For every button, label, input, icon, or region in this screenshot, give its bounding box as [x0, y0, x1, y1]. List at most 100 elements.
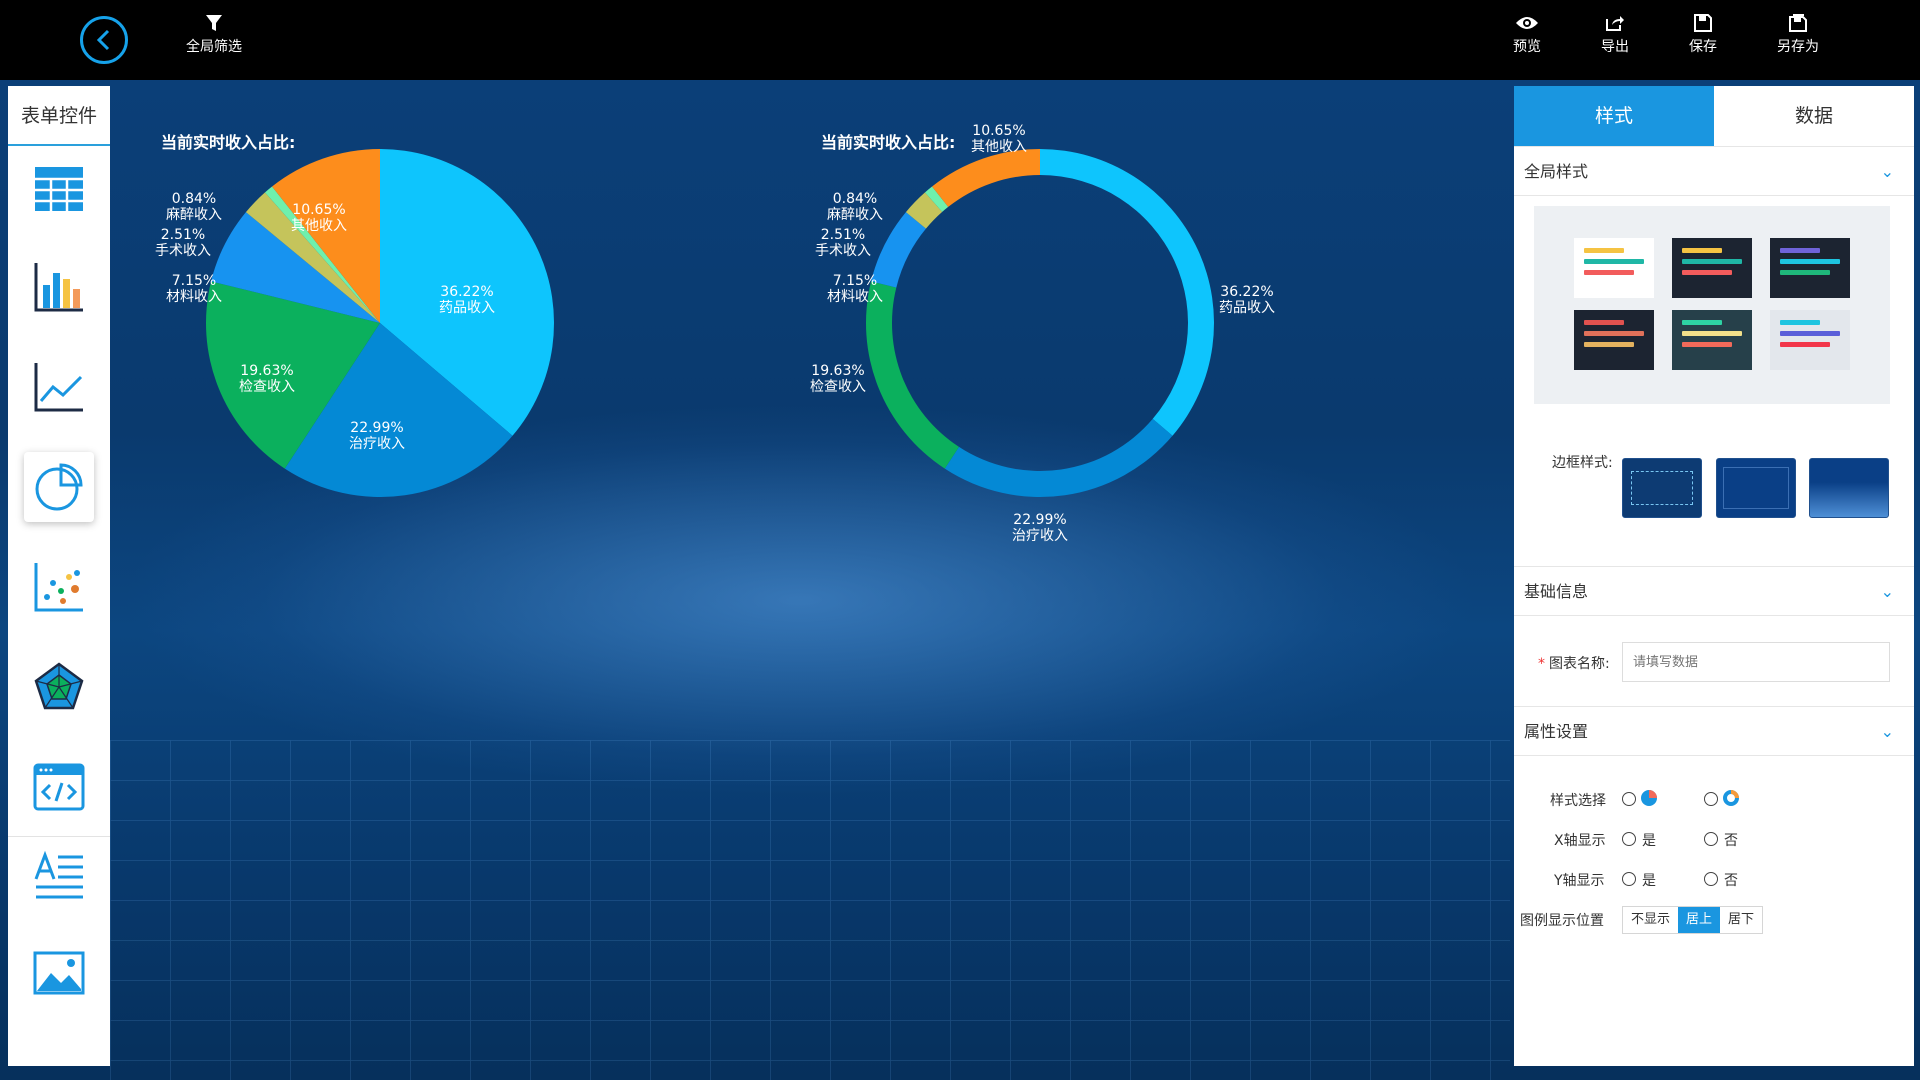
slice-name-label: 手术收入 [815, 243, 871, 259]
pie-slice-2[interactable] [865, 281, 960, 469]
slice-percent-label: 10.65% [292, 202, 345, 218]
basic-info-section[interactable]: 基础信息 ⌄ [1514, 566, 1914, 616]
global-style-title: 全局样式 [1524, 162, 1589, 181]
chart-name-label: * 图表名称: [1538, 653, 1610, 673]
slice-percent-label: 2.51% [821, 227, 865, 243]
slice-percent-label: 22.99% [1013, 512, 1066, 528]
code-control[interactable] [24, 752, 94, 822]
back-button[interactable] [80, 16, 128, 64]
top-toolbar: 全局筛选 预览 导出 保存 另存为 [0, 0, 1920, 80]
pie-slice-3[interactable] [871, 212, 926, 288]
tab-style[interactable]: 样式 [1514, 86, 1714, 146]
slice-percent-label: 36.22% [440, 284, 493, 300]
border-frame-option[interactable] [1622, 458, 1702, 518]
tab-data[interactable]: 数据 [1714, 86, 1914, 146]
x-axis-yes-label: 是 [1642, 833, 1656, 849]
table-icon [35, 167, 83, 211]
donut-chart[interactable]: 36.22%药品收入 22.99%治疗收入 19.63%检查收入 7.15%材料收入 2… [810, 123, 1275, 544]
table-control[interactable] [24, 154, 94, 224]
basic-info-title: 基础信息 [1524, 582, 1589, 601]
slice-percent-label: 0.84% [172, 191, 216, 207]
pie-chart-control[interactable] [24, 452, 94, 522]
legend-position-label: 图例显示位置 [1520, 913, 1604, 929]
style-pie-radio[interactable] [1622, 792, 1636, 806]
legend-bottom-option[interactable]: 居下 [1720, 907, 1762, 933]
global-filter-button[interactable]: 全局筛选 [186, 14, 242, 56]
slice-percent-label: 22.99% [350, 420, 403, 436]
save-label: 保存 [1689, 39, 1717, 55]
text-icon [34, 850, 83, 899]
panel-divider [8, 836, 110, 837]
border-frame-option[interactable] [1809, 458, 1889, 518]
line-chart-control[interactable] [24, 352, 94, 422]
panel-tabs: 样式 数据 [1514, 86, 1914, 146]
theme-option[interactable] [1574, 238, 1654, 298]
pie-slice-1[interactable] [944, 418, 1173, 498]
save-button[interactable]: 保存 [1689, 14, 1717, 56]
radar-chart-icon [34, 662, 84, 710]
preview-button[interactable]: 预览 [1513, 14, 1541, 56]
chart1-title: 当前实时收入占比: [161, 133, 295, 152]
global-style-section[interactable]: 全局样式 ⌄ [1514, 146, 1914, 196]
theme-option[interactable] [1672, 238, 1752, 298]
slice-percent-label: 7.15% [172, 273, 216, 289]
chart-name-text: 图表名称: [1549, 656, 1610, 672]
scatter-chart-control[interactable] [24, 552, 94, 622]
legend-top-option[interactable]: 居上 [1678, 907, 1721, 933]
pie-chart[interactable]: 36.22%药品收入 22.99%治疗收入 19.63%检查收入 7.15%材料收入 2… [155, 149, 554, 498]
slice-name-label: 检查收入 [810, 379, 866, 395]
slice-name-label: 材料收入 [827, 289, 883, 305]
y-axis-yes-radio[interactable] [1622, 872, 1636, 886]
property-settings-title: 属性设置 [1524, 722, 1589, 741]
slice-name-label: 治疗收入 [1012, 528, 1068, 544]
slice-percent-label: 19.63% [240, 363, 293, 379]
text-control[interactable] [24, 840, 94, 910]
slice-percent-label: 2.51% [161, 227, 205, 243]
slice-percent-label: 0.84% [833, 191, 877, 207]
bar-chart-control[interactable] [24, 252, 94, 322]
x-axis-yes-radio[interactable] [1622, 832, 1636, 846]
y-axis-no-label: 否 [1724, 873, 1738, 889]
legend-hide-option[interactable]: 不显示 [1623, 907, 1678, 933]
image-control[interactable] [24, 938, 94, 1008]
pie-slice-6[interactable] [932, 149, 1040, 207]
style-select-label: 样式选择 [1550, 793, 1606, 809]
y-axis-yes-label: 是 [1642, 873, 1656, 889]
slice-percent-label: 10.65% [972, 123, 1025, 139]
slice-name-label: 其他收入 [291, 218, 347, 234]
chart-name-input[interactable] [1622, 642, 1890, 682]
code-icon [33, 763, 85, 811]
form-controls-title: 表单控件 [8, 86, 110, 146]
border-style-label: 边框样式: [1552, 455, 1613, 471]
y-axis-no-radio[interactable] [1704, 872, 1718, 886]
required-mark: * [1538, 656, 1545, 672]
pie-style-icon [1641, 790, 1657, 806]
x-axis-label: X轴显示 [1554, 833, 1606, 849]
eye-icon [1516, 17, 1538, 29]
export-button[interactable]: 导出 [1601, 14, 1629, 56]
slice-percent-label: 36.22% [1220, 284, 1273, 300]
chart2-title: 当前实时收入占比: [821, 133, 955, 152]
slice-percent-label: 7.15% [833, 273, 877, 289]
slice-name-label: 麻醉收入 [827, 207, 883, 223]
save-as-icon [1789, 14, 1807, 32]
save-as-button[interactable]: 另存为 [1777, 14, 1819, 56]
radar-chart-control[interactable] [24, 652, 94, 722]
style-donut-radio[interactable] [1704, 792, 1718, 806]
export-label: 导出 [1601, 39, 1629, 55]
theme-option[interactable] [1672, 310, 1752, 370]
x-axis-no-label: 否 [1724, 833, 1738, 849]
property-settings-section[interactable]: 属性设置 ⌄ [1514, 706, 1914, 756]
theme-option[interactable] [1770, 238, 1850, 298]
chevron-down-icon: ⌄ [1880, 162, 1894, 181]
x-axis-no-radio[interactable] [1704, 832, 1718, 846]
theme-option[interactable] [1574, 310, 1654, 370]
slice-name-label: 治疗收入 [349, 436, 405, 452]
pie-slice-0[interactable] [1040, 149, 1214, 436]
theme-option[interactable] [1770, 310, 1850, 370]
legend-position-toggle: 不显示 居上 居下 [1622, 906, 1764, 934]
border-frame-option[interactable] [1716, 458, 1796, 518]
donut-style-icon [1723, 790, 1739, 806]
slice-name-label: 其他收入 [971, 139, 1027, 155]
global-filter-label: 全局筛选 [186, 39, 242, 55]
